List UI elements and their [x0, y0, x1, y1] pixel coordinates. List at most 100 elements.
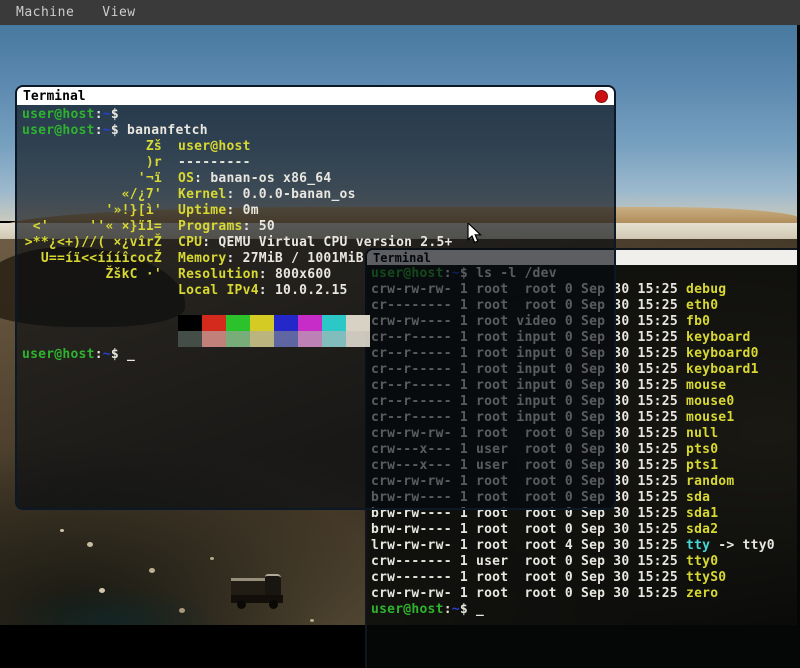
fetch-row: «/¿7'Kernel: 0.0.0-banan_os: [22, 187, 614, 203]
color-palette-row-2: [178, 331, 614, 347]
ascii-art: )r: [22, 155, 162, 171]
fetch-value: ---------: [178, 155, 251, 170]
prompt-user: user@host: [22, 123, 95, 138]
ascii-art: <' ''« ×}ï1=: [22, 219, 162, 235]
fetch-colon: :: [243, 219, 259, 234]
file-name: ttyS0: [686, 570, 726, 585]
fetch-row: '»!}[ì'Uptime: 0m: [22, 203, 614, 219]
ascii-art: Zš: [22, 139, 162, 155]
ls-row: crw------- 1 root root 0 Sep 30 15:25 tt…: [371, 570, 800, 586]
menu-item-machine[interactable]: Machine: [16, 5, 74, 20]
file-name: debug: [686, 282, 726, 297]
palette-swatch: [322, 315, 346, 331]
front-terminal-content[interactable]: user@host:~$user@host:~$ bananfetchZšuse…: [17, 105, 614, 508]
file-name: keyboard1: [686, 362, 759, 377]
prompt-path: ~: [452, 602, 460, 617]
mouse-pointer-icon: [467, 223, 483, 249]
prompt-separator: :: [95, 123, 103, 138]
file-name: keyboard0: [686, 346, 759, 361]
ascii-art: ŽškC ·': [22, 267, 162, 283]
file-name: random: [686, 474, 734, 489]
palette-swatch: [346, 331, 370, 347]
menu-item-view[interactable]: View: [102, 5, 135, 20]
prompt-symbol: $: [460, 602, 468, 617]
front-terminal-titlebar[interactable]: Terminal: [17, 87, 614, 105]
terminal-line: user@host:~$ _: [371, 602, 800, 618]
fetch-value: 0.0.0-banan_os: [243, 187, 356, 202]
prompt-symbol: $: [111, 123, 119, 138]
ls-row: lrw-rw-rw- 1 root root 4 Sep 30 15:25 tt…: [371, 538, 800, 554]
truck-silhouette: [231, 567, 287, 611]
fetch-row: >**¿<+)//( ×¿vîrŽ CPU: QEMU Virtual CPU v…: [22, 235, 614, 251]
terminal-line: user@host:~$ bananfetch: [22, 123, 614, 139]
fetch-value: 800x600: [275, 267, 332, 282]
fetch-label: CPU: [178, 235, 202, 250]
prompt-user: user@host: [371, 602, 444, 617]
prompt-symbol: $: [111, 107, 119, 122]
fetch-colon: :: [259, 283, 275, 298]
fetch-label: Memory: [178, 251, 226, 266]
fetch-label: Programs: [178, 219, 243, 234]
fetch-label: OS: [178, 171, 194, 186]
file-name: eth0: [686, 298, 718, 313]
file-name: fb0: [686, 314, 710, 329]
fetch-label: Local IPv4: [178, 283, 259, 298]
palette-swatch: [274, 315, 298, 331]
fetch-value: 27MiB / 1001MiB: [243, 251, 364, 266]
palette-swatch: [202, 315, 226, 331]
color-palette-row-1: [178, 315, 614, 331]
file-meta: crw------- 1 user root 0 Sep 30 15:25: [371, 554, 686, 569]
prompt-separator: :: [95, 347, 103, 362]
palette-swatch: [250, 315, 274, 331]
palette-swatch: [226, 315, 250, 331]
fetch-value: QEMU Virtual CPU version 2.5+: [218, 235, 452, 250]
file-meta: lrw-rw-rw- 1 root root 4 Sep 30 15:25: [371, 538, 686, 553]
menu-bar: Machine View: [0, 0, 800, 25]
cursor-block: _: [468, 602, 484, 617]
file-name: pts1: [686, 458, 718, 473]
terminal-line: user@host:~$: [22, 107, 614, 123]
fetch-row: '¬ïOS: banan-os x86_64: [22, 171, 614, 187]
palette-swatch: [298, 331, 322, 347]
file-meta: brw-rw---- 1 root root 0 Sep 30 15:25: [371, 522, 686, 537]
palette-swatch: [274, 331, 298, 347]
palette-swatch: [322, 331, 346, 347]
ascii-art: U==íï<<íííîcocŽ: [22, 251, 162, 267]
terminal-window-front[interactable]: Terminal user@host:~$user@host:~$ bananf…: [15, 85, 616, 510]
file-name: mouse: [686, 378, 726, 393]
file-name: sda: [686, 490, 710, 505]
prompt-path: ~: [103, 123, 111, 138]
blank-line: [22, 299, 614, 315]
file-name: mouse1: [686, 410, 734, 425]
fetch-label: Uptime: [178, 203, 226, 218]
file-name: sda1: [686, 506, 718, 521]
close-button[interactable]: [595, 90, 608, 103]
wallpaper-rocks: [60, 529, 64, 532]
prompt-separator: :: [95, 107, 103, 122]
terminal-line: user@host:~$ _: [22, 347, 614, 363]
palette-swatch: [346, 315, 370, 331]
palette-swatch: [178, 331, 202, 347]
ascii-art: >**¿<+)//( ×¿vîrŽ: [22, 235, 162, 251]
palette-swatch: [250, 331, 274, 347]
symlink-target: -> tty0: [710, 538, 775, 553]
palette-swatch: [226, 331, 250, 347]
file-name: mouse0: [686, 394, 734, 409]
fetch-label: Resolution: [178, 267, 259, 282]
fetch-row: U==íï<<íííîcocŽMemory: 27MiB / 1001MiB: [22, 251, 614, 267]
cursor-block: _: [119, 347, 135, 362]
file-name: keyboard: [686, 330, 751, 345]
fetch-colon: :: [194, 171, 210, 186]
ls-row: brw-rw---- 1 root root 0 Sep 30 15:25 sd…: [371, 522, 800, 538]
fetch-row: )r ---------: [22, 155, 614, 171]
file-name: pts0: [686, 442, 718, 457]
palette-swatch: [178, 315, 202, 331]
fetch-colon: :: [259, 267, 275, 282]
prompt-separator: :: [444, 602, 452, 617]
palette-swatch: [202, 331, 226, 347]
prompt-user: user@host: [22, 347, 95, 362]
fetch-row: <' ''« ×}ï1=Programs: 50: [22, 219, 614, 235]
fetch-value: 10.0.2.15: [275, 283, 348, 298]
fetch-colon: :: [202, 235, 218, 250]
prompt-user: user@host: [22, 107, 95, 122]
